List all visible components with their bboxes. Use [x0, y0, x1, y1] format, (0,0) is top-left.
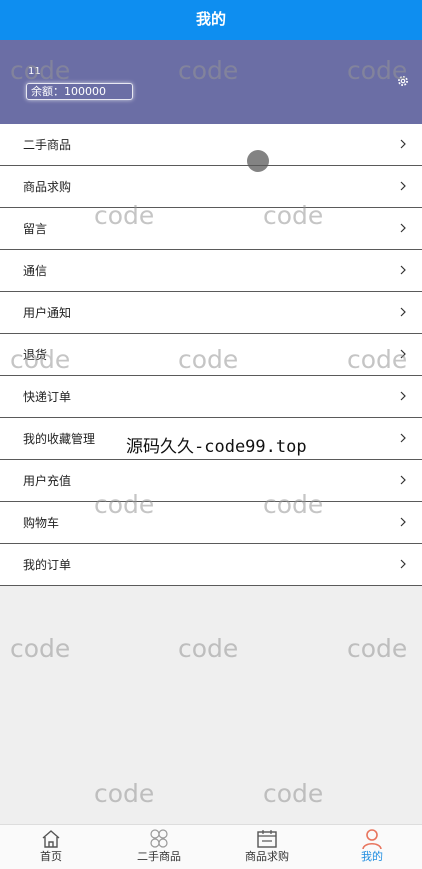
touch-indicator: [247, 150, 269, 172]
menu-item-label: 用户通知: [23, 306, 72, 320]
chevron-right-icon: [400, 265, 406, 275]
menu-list: 二手商品 商品求购 留言 通信 用户通知 退货 快递订单 我的收藏管理 用户充值…: [0, 124, 422, 586]
tab-mine[interactable]: 我的: [332, 825, 412, 869]
tab-label: 首页: [40, 850, 62, 863]
calendar-icon: [257, 830, 277, 848]
menu-item-used-goods[interactable]: 二手商品: [0, 124, 422, 166]
menu-item-label: 二手商品: [23, 138, 72, 152]
menu-item-cart[interactable]: 购物车: [0, 502, 422, 544]
watermark-text: code: [347, 634, 408, 663]
tab-label: 我的: [361, 850, 383, 863]
balance-badge: 余额：100000: [26, 83, 133, 100]
page-title: 我的: [195, 10, 226, 28]
tab-label: 二手商品: [137, 850, 181, 863]
chevron-right-icon: [400, 391, 406, 401]
page-header: 我的: [0, 0, 422, 40]
tab-home[interactable]: 首页: [11, 825, 91, 869]
menu-item-communication[interactable]: 通信: [0, 250, 422, 292]
menu-item-user-notice[interactable]: 用户通知: [0, 292, 422, 334]
chevron-right-icon: [400, 559, 406, 569]
user-icon: [362, 829, 382, 849]
menu-item-label: 商品求购: [23, 180, 72, 194]
chevron-right-icon: [400, 307, 406, 317]
tab-label: 商品求购: [245, 850, 289, 863]
menu-item-my-orders[interactable]: 我的订单: [0, 544, 422, 586]
menu-item-wanted-goods[interactable]: 商品求购: [0, 166, 422, 208]
chevron-right-icon: [400, 433, 406, 443]
menu-item-label: 退货: [23, 348, 48, 362]
watermark-text: code: [263, 779, 324, 808]
chevron-right-icon: [400, 475, 406, 485]
chevron-right-icon: [400, 517, 406, 527]
menu-item-messages[interactable]: 留言: [0, 208, 422, 250]
chevron-right-icon: [400, 139, 406, 149]
chevron-right-icon: [400, 349, 406, 359]
watermark-text: code: [94, 779, 155, 808]
watermark-text: code: [10, 634, 71, 663]
tab-wanted-goods[interactable]: 商品求购: [227, 825, 307, 869]
watermark-text: code: [178, 634, 239, 663]
menu-item-express-orders[interactable]: 快递订单: [0, 376, 422, 418]
menu-item-favorites[interactable]: 我的收藏管理: [0, 418, 422, 460]
chevron-right-icon: [400, 181, 406, 191]
gear-icon[interactable]: [396, 74, 410, 88]
grid-icon: [150, 829, 168, 848]
menu-item-label: 购物车: [23, 516, 60, 530]
tab-used-goods[interactable]: 二手商品: [119, 825, 199, 869]
menu-item-returns[interactable]: 退货: [0, 334, 422, 376]
menu-item-recharge[interactable]: 用户充值: [0, 460, 422, 502]
menu-item-label: 留言: [23, 222, 48, 236]
menu-item-label: 用户充值: [23, 474, 72, 488]
username: 11: [28, 66, 41, 77]
menu-item-label: 我的收藏管理: [23, 432, 96, 446]
menu-item-label: 通信: [23, 264, 48, 278]
profile-card: 11 余额：100000: [0, 40, 422, 124]
chevron-right-icon: [400, 223, 406, 233]
bottom-tabbar: 首页 二手商品 商品求购 我的: [0, 824, 422, 869]
menu-item-label: 快递订单: [23, 390, 72, 404]
menu-item-label: 我的订单: [23, 558, 72, 572]
home-icon: [42, 830, 60, 848]
